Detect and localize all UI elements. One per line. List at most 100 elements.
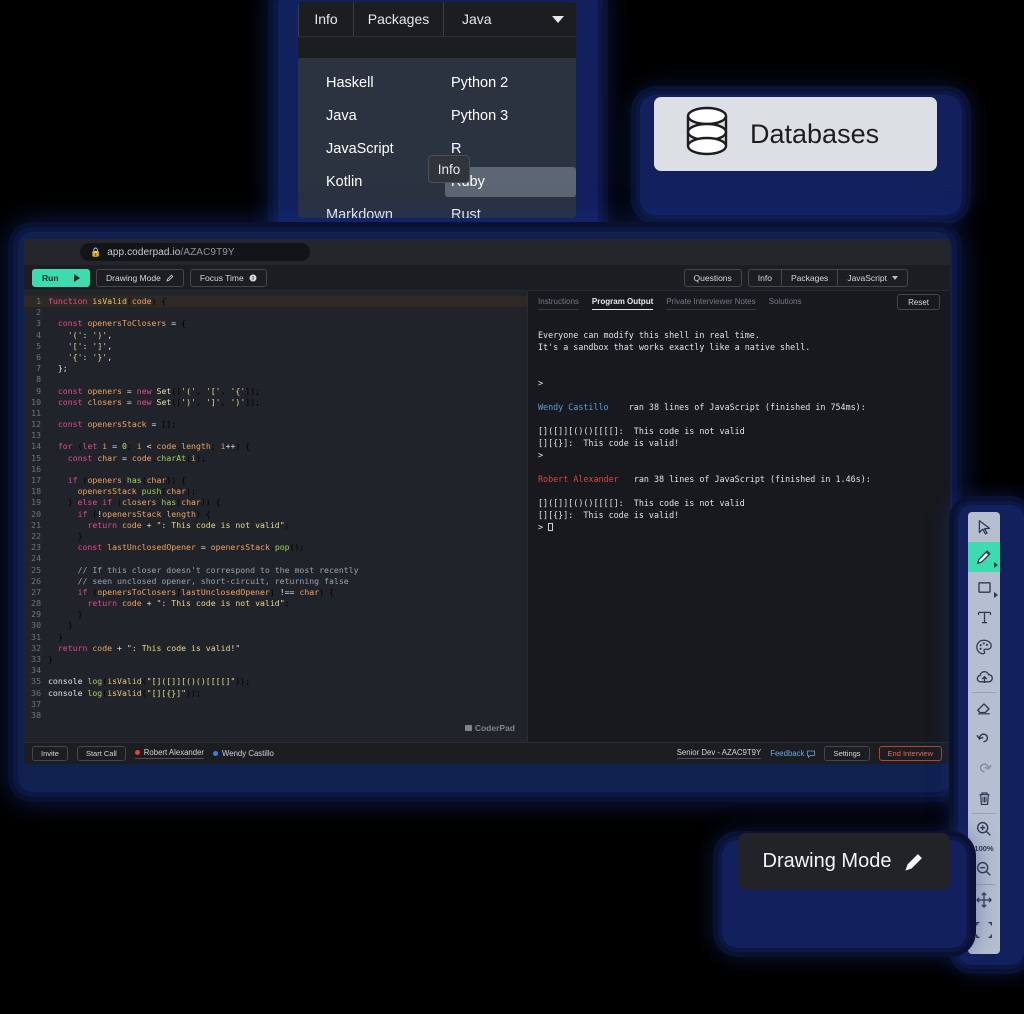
code-editor[interactable]: 1function isValid(code) { 23 const opener…: [24, 291, 527, 742]
line-number: 6: [24, 352, 48, 363]
code-line: 13: [24, 430, 527, 441]
language-option-java[interactable]: Java: [326, 101, 451, 131]
code-text: console.log(isValid("[]([]][()()[[[[]"))…: [48, 676, 527, 687]
redo-icon[interactable]: [968, 753, 1000, 783]
code-line: 36console.log(isValid("[][{}]"));: [24, 688, 527, 699]
tab-private-interviewer-notes[interactable]: Private Interviewer Notes: [666, 297, 755, 310]
feedback-button[interactable]: Feedback: [770, 749, 815, 758]
zoom-out-icon[interactable]: [968, 854, 1000, 884]
databases-label: Databases: [750, 119, 879, 150]
coderpad-watermark: CoderPad: [465, 723, 515, 734]
code-text: return code + ": This code is not valid"…: [48, 598, 527, 609]
settings-button[interactable]: Settings: [824, 746, 869, 761]
participant-robert-alexander[interactable]: Robert Alexander: [135, 748, 204, 759]
questions-button[interactable]: Questions: [684, 269, 742, 287]
code-line: 37: [24, 699, 527, 710]
coderpad-logo-icon: [465, 725, 472, 731]
tab-solutions[interactable]: Solutions: [769, 297, 802, 310]
console-line: [538, 485, 940, 497]
language-menu: Haskell Python 2 Java Python 3 JavaScrip…: [298, 58, 576, 218]
code-text: '(': ')',: [48, 330, 527, 341]
cursor-icon[interactable]: [968, 512, 1000, 542]
console-prompt: >: [538, 522, 548, 532]
console-user-name: Robert Alexander: [538, 474, 619, 484]
code-line: 1function isValid(code) {: [24, 296, 527, 307]
url-path: /AZAC9T9Y: [180, 247, 234, 258]
code-text: if (openersToClosers[lastUnclosedOpener]…: [48, 587, 527, 598]
tab-instructions[interactable]: Instructions: [538, 297, 579, 310]
text-icon[interactable]: [968, 602, 1000, 632]
info-button[interactable]: Info: [748, 269, 781, 287]
status-dot-icon: [213, 751, 218, 756]
palette-icon[interactable]: [968, 632, 1000, 662]
line-number: 29: [24, 609, 48, 620]
code-line: 9 const openers = new Set(['(', '[', '{'…: [24, 386, 527, 397]
move-icon[interactable]: [968, 885, 1000, 915]
code-line: 15 const char = code.charAt(i);: [24, 453, 527, 464]
coderpad-watermark-label: CoderPad: [475, 723, 515, 734]
databases-card[interactable]: Databases: [654, 97, 937, 171]
console-line: []([]][()()[[[[]: This code is not valid: [538, 497, 940, 509]
eraser-icon[interactable]: [968, 693, 1000, 723]
tab-info[interactable]: Info: [298, 2, 354, 36]
browser-chrome: 🔒 app.coderpad.io/AZAC9T9Y: [24, 239, 950, 265]
info-pill-button[interactable]: Info: [428, 155, 470, 183]
trash-icon[interactable]: [968, 783, 1000, 813]
line-number: 22: [24, 531, 48, 542]
zoom-in-icon[interactable]: [968, 814, 1000, 844]
line-number: 34: [24, 665, 48, 676]
pencil-icon[interactable]: [968, 542, 1000, 572]
zoom-level-label: 100%: [974, 844, 993, 854]
program-output-console[interactable]: Everyone can modify this shell in real t…: [528, 315, 950, 742]
line-number: 13: [24, 430, 48, 441]
code-text: [48, 307, 527, 318]
packages-button[interactable]: Packages: [781, 269, 837, 287]
toolbar-right-group: Info Packages JavaScript: [748, 269, 908, 287]
language-option-rust[interactable]: Rust: [451, 200, 576, 218]
start-call-button[interactable]: Start Call: [77, 746, 126, 761]
language-select-button[interactable]: JavaScript: [837, 269, 908, 287]
code-line: 30 }: [24, 620, 527, 631]
code-text: for (let i = 0; i < code.length; i++) {: [48, 441, 527, 452]
code-text: const openersToClosers = {: [48, 318, 527, 329]
line-number: 23: [24, 542, 48, 553]
line-number: 26: [24, 576, 48, 587]
code-text: [48, 710, 527, 721]
right-pane: Instructions Program Output Private Inte…: [527, 291, 950, 742]
end-interview-button[interactable]: End Interview: [879, 746, 942, 761]
console-line: It's a sandbox that works exactly like a…: [538, 341, 940, 353]
console-line: >: [538, 377, 940, 389]
line-number: 30: [24, 620, 48, 631]
line-number: 17: [24, 475, 48, 486]
console-line: [538, 353, 940, 365]
language-option-markdown[interactable]: Markdown: [326, 200, 451, 218]
pencil-icon: [903, 851, 925, 873]
language-option-haskell[interactable]: Haskell: [326, 68, 451, 98]
line-number: 12: [24, 419, 48, 430]
rectangle-icon[interactable]: [968, 572, 1000, 602]
reset-button[interactable]: Reset: [897, 294, 940, 310]
upload-cloud-icon[interactable]: [968, 662, 1000, 692]
chevron-down-icon: [892, 276, 898, 280]
language-option-python2[interactable]: Python 2: [451, 68, 576, 98]
language-option-python3[interactable]: Python 3: [451, 101, 576, 131]
coderpad-window: 🔒 app.coderpad.io/AZAC9T9Y Run Drawing M…: [24, 239, 950, 764]
console-line: [538, 413, 940, 425]
participant-wendy-castillo[interactable]: Wendy Castillo: [213, 749, 274, 758]
browser-url-bar[interactable]: 🔒 app.coderpad.io/AZAC9T9Y: [80, 243, 310, 261]
chevron-down-icon: [552, 16, 564, 23]
console-line: [538, 461, 940, 473]
console-line: [][{}]: This code is valid!: [538, 509, 940, 521]
pad-name: Senior Dev - AZAC9T9Y: [677, 748, 762, 759]
run-button[interactable]: Run: [32, 269, 90, 287]
feedback-label: Feedback: [770, 749, 804, 758]
tab-program-output[interactable]: Program Output: [592, 297, 653, 310]
fit-screen-icon[interactable]: [968, 915, 1000, 945]
line-number: 8: [24, 374, 48, 385]
drawing-mode-button[interactable]: Drawing Mode: [96, 269, 184, 287]
focus-time-button[interactable]: Focus Time: [190, 269, 267, 287]
tab-packages[interactable]: Packages: [354, 2, 444, 36]
tab-language-select[interactable]: Java: [444, 2, 576, 36]
invite-button[interactable]: Invite: [32, 746, 68, 761]
undo-icon[interactable]: [968, 723, 1000, 753]
